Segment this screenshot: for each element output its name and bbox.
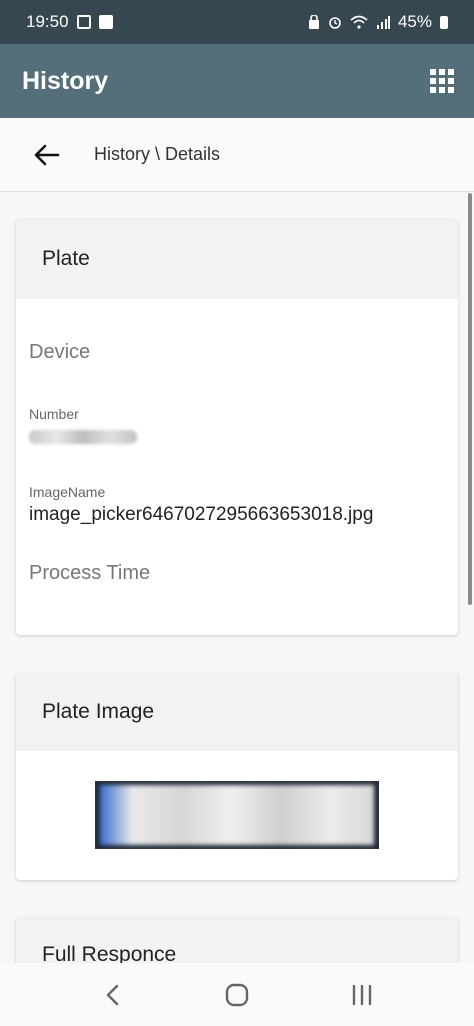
image-name-label: ImageName bbox=[29, 484, 106, 500]
full-response-card: Full Responce bbox=[16, 917, 458, 963]
number-value-redacted bbox=[29, 430, 137, 444]
back-button[interactable] bbox=[32, 140, 62, 170]
plate-card: Plate Device Number ImageName image_pick… bbox=[16, 219, 458, 635]
home-nav-icon bbox=[225, 983, 249, 1006]
details-content[interactable]: Plate Device Number ImageName image_pick… bbox=[0, 193, 474, 963]
check-icon bbox=[98, 15, 113, 29]
apps-grid-icon[interactable] bbox=[430, 69, 454, 93]
status-right: 45% bbox=[308, 12, 448, 32]
system-nav-bar bbox=[0, 963, 474, 1026]
nav-home-button[interactable] bbox=[217, 975, 257, 1015]
app-bar: History bbox=[0, 44, 474, 118]
wifi-icon bbox=[350, 15, 368, 29]
process-time-label: Process Time bbox=[29, 562, 151, 584]
plate-image-body bbox=[16, 751, 458, 880]
scrollbar[interactable] bbox=[468, 193, 472, 605]
nav-back-button[interactable] bbox=[92, 975, 132, 1015]
number-label: Number bbox=[29, 406, 79, 422]
breadcrumb-text: History \ Details bbox=[94, 144, 221, 164]
status-time: 19:50 bbox=[26, 12, 69, 31]
status-bar: 19:50 45% bbox=[0, 0, 474, 44]
plate-card-body: Device Number ImageName image_picker6467… bbox=[16, 341, 458, 585]
battery-percent: 45% bbox=[397, 12, 432, 31]
plate-image-card-title: Plate Image bbox=[16, 673, 458, 751]
app-screen: 19:50 45% History History \ Details Plat… bbox=[0, 0, 474, 1026]
plate-image-redacted bbox=[100, 785, 374, 845]
plate-image bbox=[95, 781, 379, 849]
app-title: History bbox=[22, 66, 109, 95]
plate-image-card: Plate Image bbox=[16, 673, 458, 880]
nav-recents-button[interactable] bbox=[342, 975, 382, 1015]
gallery-icon bbox=[76, 15, 91, 29]
arrow-left-icon bbox=[34, 144, 60, 165]
alarm-icon bbox=[329, 17, 341, 29]
breadcrumb: History \ Details bbox=[0, 118, 474, 192]
battery-icon bbox=[440, 15, 448, 29]
full-response-card-title: Full Responce bbox=[16, 917, 458, 963]
image-name-value: image_picker6467027295663653018.jpg bbox=[29, 504, 374, 525]
plate-card-title: Plate bbox=[16, 219, 458, 299]
recents-nav-icon bbox=[352, 984, 371, 1005]
signal-icon bbox=[376, 16, 390, 29]
back-nav-icon bbox=[107, 984, 119, 1005]
device-label: Device bbox=[29, 341, 91, 363]
lock-icon bbox=[308, 15, 319, 29]
status-left: 19:50 bbox=[26, 12, 113, 32]
